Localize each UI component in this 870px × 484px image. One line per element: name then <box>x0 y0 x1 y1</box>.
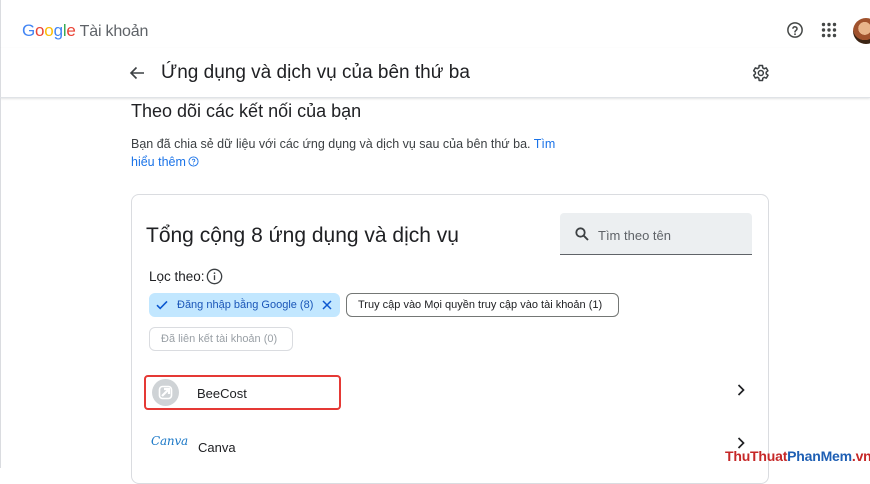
top-app-bar: Google Tài khoản <box>0 0 870 48</box>
section-description: Bạn đã chia sẻ dữ liệu với các ứng dụng … <box>131 135 561 171</box>
page-header: Ứng dụng và dịch vụ của bên thứ ba <box>0 48 870 98</box>
app-name: Canva <box>198 440 236 455</box>
avatar[interactable] <box>853 18 870 44</box>
beecost-logo <box>152 379 179 406</box>
search-box[interactable] <box>560 213 752 255</box>
page-title: Ứng dụng và dịch vụ của bên thứ ba <box>161 62 470 83</box>
product-name: Tài khoản <box>79 23 149 40</box>
logo-letter: o <box>35 21 45 40</box>
section-title: Theo dõi các kết nối của bạn <box>131 101 362 121</box>
chip-label: Đã liên kết tài khoản (0) <box>161 333 278 345</box>
canva-logo: Canva <box>151 434 188 448</box>
watermark-part: PhanMem <box>787 448 852 464</box>
search-input[interactable] <box>596 223 750 247</box>
chevron-right-icon[interactable] <box>737 384 745 396</box>
filter-chip-linked-accounts: Đã liên kết tài khoản (0) <box>149 327 293 351</box>
gear-icon[interactable] <box>750 63 770 83</box>
close-icon[interactable] <box>322 300 332 310</box>
logo-letter: G <box>22 21 36 40</box>
watermark-part: ThuThuat <box>725 448 788 464</box>
app-name: BeeCost <box>197 386 247 401</box>
apps-grid-icon[interactable] <box>821 22 837 38</box>
filter-chip-google-signin[interactable]: Đăng nhập bằng Google (8) <box>149 293 340 317</box>
filter-chip-full-access[interactable]: Truy cập vào Mọi quyền truy cập vào tài … <box>346 293 619 317</box>
help-circle-icon[interactable] <box>786 21 804 39</box>
chip-label: Truy cập vào Mọi quyền truy cập vào tài … <box>358 299 603 311</box>
logo-letter: o <box>44 21 54 40</box>
description-text: Bạn đã chia sẻ dữ liệu với các ứng dụng … <box>131 137 531 151</box>
filter-label: Lọc theo: <box>149 269 205 284</box>
help-circle-small-icon <box>188 156 199 167</box>
watermark-part: .vn <box>851 448 870 464</box>
logo-letter: e <box>66 21 76 40</box>
search-icon <box>575 227 589 241</box>
logo-letter: g <box>53 21 63 40</box>
google-account-logo[interactable]: Google Tài khoản <box>22 21 148 41</box>
info-icon[interactable] <box>206 268 223 285</box>
check-icon <box>156 300 168 310</box>
link-icon <box>158 385 173 400</box>
arrow-back-icon[interactable] <box>129 65 145 81</box>
total-apps-heading: Tổng cộng 8 ứng dụng và dịch vụ <box>146 224 459 247</box>
chip-label: Đăng nhập bằng Google (8) <box>177 299 314 311</box>
divider <box>0 98 1 468</box>
watermark: ThuThuatPhanMem.vn <box>725 448 870 464</box>
